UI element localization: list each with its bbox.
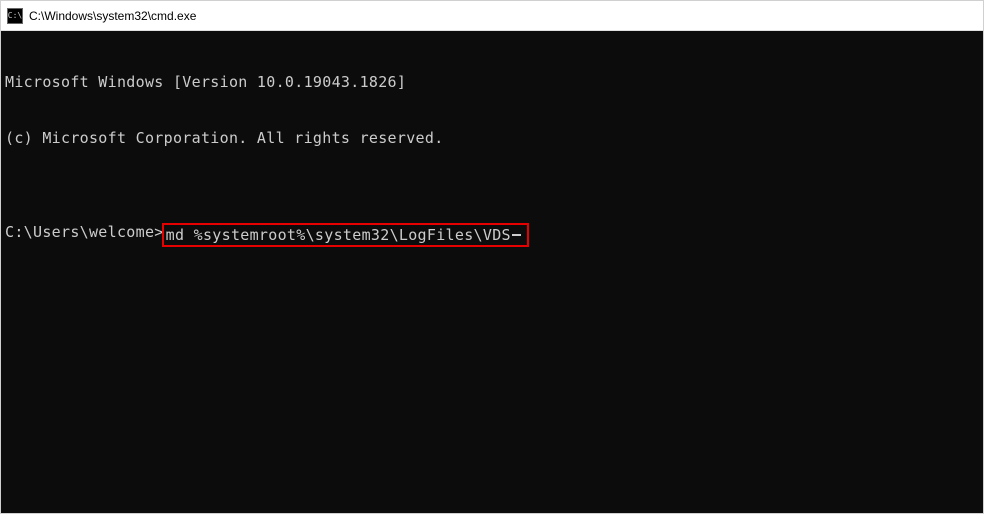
copyright-line: (c) Microsoft Corporation. All rights re…: [5, 129, 979, 148]
window-title: C:\Windows\system32\cmd.exe: [29, 9, 196, 23]
command-text[interactable]: md %systemroot%\system32\LogFiles\VDS: [166, 226, 511, 245]
cmd-icon: C:\: [7, 8, 23, 24]
cmd-window: C:\ C:\Windows\system32\cmd.exe Microsof…: [0, 0, 984, 514]
titlebar[interactable]: C:\ C:\Windows\system32\cmd.exe: [1, 1, 983, 31]
prompt-line: C:\Users\welcome> md %systemroot%\system…: [5, 223, 979, 248]
cursor: [512, 234, 521, 236]
command-highlight: md %systemroot%\system32\LogFiles\VDS: [162, 223, 529, 248]
prompt-text: C:\Users\welcome>: [5, 223, 164, 242]
terminal-area[interactable]: Microsoft Windows [Version 10.0.19043.18…: [1, 31, 983, 513]
version-line: Microsoft Windows [Version 10.0.19043.18…: [5, 73, 979, 92]
